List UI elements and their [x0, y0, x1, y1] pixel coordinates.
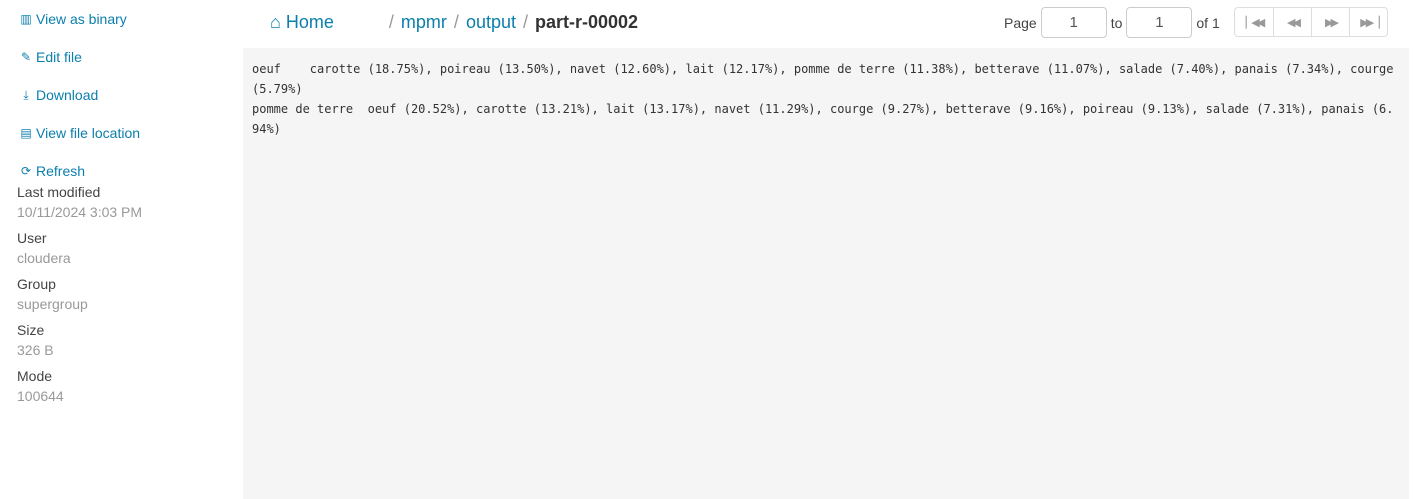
page-to-input[interactable]	[1126, 7, 1193, 38]
pager-buttons: ▏◀◀ ◀◀ ▶▶ ▶▶▕	[1234, 7, 1388, 37]
of-label: of 1	[1196, 14, 1220, 31]
breadcrumb-home[interactable]: ⌂ Home	[270, 12, 334, 33]
last-page-icon: ▶▶▕	[1360, 16, 1379, 29]
breadcrumb-mpmr[interactable]: mpmr	[401, 12, 447, 33]
page-from-input[interactable]	[1040, 7, 1107, 38]
size-label: Size	[17, 322, 45, 338]
breadcrumb-separator: /	[453, 11, 459, 32]
refresh-icon: ⟳	[20, 164, 32, 178]
next-page-button[interactable]: ▶▶	[1311, 8, 1349, 36]
size-value: 326 B	[17, 342, 54, 358]
edit-file-link[interactable]: ✎ Edit file	[17, 38, 237, 76]
first-page-icon: ▏◀◀	[1245, 16, 1265, 29]
download-icon: ⤓	[23, 87, 29, 102]
last-page-button[interactable]: ▶▶▕	[1349, 8, 1387, 36]
to-label: to	[1110, 14, 1123, 31]
view-as-binary-link[interactable]: ▥ View as binary	[17, 0, 237, 38]
next-page-icon: ▶▶	[1325, 16, 1339, 29]
home-icon: ⌂	[270, 11, 281, 32]
group-value: supergroup	[17, 296, 88, 312]
mode-value: 100644	[17, 388, 64, 404]
previous-page-button[interactable]: ◀◀	[1273, 8, 1311, 36]
breadcrumb: ⌂ Home / mpmr / output / part-r-00002	[270, 10, 638, 34]
previous-page-icon: ◀◀	[1287, 16, 1301, 29]
page-label: Page	[1004, 14, 1037, 31]
last-modified-label: Last modified	[17, 184, 101, 200]
breadcrumb-output[interactable]: output	[466, 12, 516, 33]
pencil-icon: ✎	[20, 50, 32, 64]
mode-label: Mode	[17, 368, 53, 384]
user-value: cloudera	[17, 250, 71, 266]
breadcrumb-current: part-r-00002	[535, 11, 639, 32]
breadcrumb-separator: /	[388, 11, 394, 32]
file-content-panel: oeuf carotte (18.75%), poireau (13.50%),…	[243, 48, 1409, 499]
download-link[interactable]: ⤓ Download	[17, 76, 237, 114]
pager: Page to of 1	[1004, 7, 1220, 38]
group-label: Group	[17, 276, 56, 292]
user-label: User	[17, 230, 47, 246]
barcode-icon: ▥	[20, 12, 32, 26]
file-icon: ▤	[20, 126, 32, 140]
file-content: oeuf carotte (18.75%), poireau (13.50%),…	[252, 62, 1394, 136]
view-file-location-link[interactable]: ▤ View file location	[17, 114, 237, 152]
sidebar: ▥ View as binary ✎ Edit file ⤓ Download ▤ Vi…	[17, 0, 237, 406]
first-page-button[interactable]: ▏◀◀	[1235, 8, 1273, 36]
breadcrumb-separator: /	[522, 11, 528, 32]
last-modified-value: 10/11/2024 3:03 PM	[17, 204, 143, 220]
